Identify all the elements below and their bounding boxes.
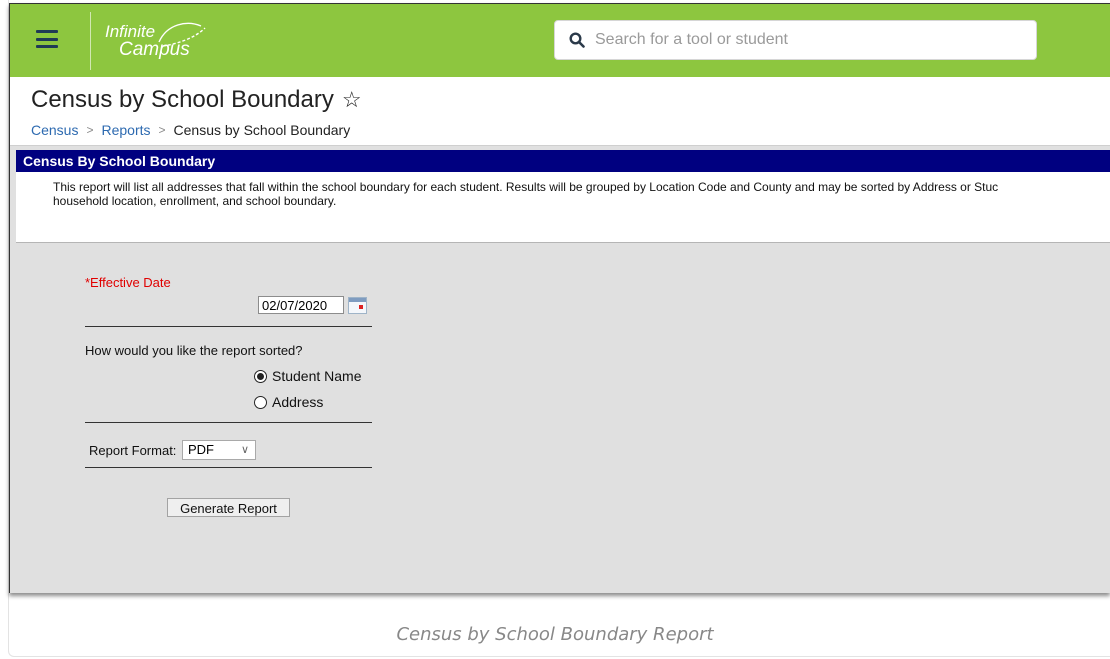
calendar-icon[interactable] [348,297,367,314]
logo-swoosh-icon [158,22,206,47]
page-title-area: Census by School Boundary ☆ Census > Rep… [10,77,1110,146]
divider [85,326,372,327]
effective-date-label: *Effective Date [85,275,171,290]
radio-student-name[interactable] [254,369,267,383]
chevron-right-icon: > [158,123,166,137]
divider [85,467,372,468]
figure-caption: Census by School Boundary Report [396,624,714,645]
breadcrumb-current: Census by School Boundary [173,122,351,138]
app-window: Infinite Campus Census by School Boundar… [9,3,1110,593]
search-bar[interactable] [554,20,1037,60]
description-line-2: household location, enrollment, and scho… [53,194,337,208]
chevron-right-icon: > [86,123,94,137]
report-form: *Effective Date How would you like the r… [16,243,1110,593]
search-input[interactable] [593,30,1017,50]
sort-option-address[interactable]: Address [254,394,323,410]
page-title: Census by School Boundary [31,86,334,113]
top-navigation-bar: Infinite Campus [10,4,1110,77]
divider [85,422,372,423]
breadcrumb-census[interactable]: Census [31,122,78,138]
sort-option-label: Address [272,394,324,410]
report-format-value: PDF [188,442,214,457]
report-description: This report will list all addresses that… [16,172,1110,243]
generate-report-button[interactable]: Generate Report [167,498,290,517]
sort-option-student-name[interactable]: Student Name [254,368,362,384]
infinite-campus-logo[interactable]: Infinite Campus [90,12,206,70]
sort-option-label: Student Name [272,368,362,384]
description-line-1: This report will list all addresses that… [53,180,999,194]
search-icon [569,32,585,48]
breadcrumb-reports[interactable]: Reports [101,122,150,138]
report-format-select[interactable]: PDF ∨ [182,440,256,460]
effective-date-input[interactable] [258,296,344,314]
breadcrumb: Census > Reports > Census by School Boun… [31,122,350,138]
sort-question: How would you like the report sorted? [85,343,303,358]
radio-address[interactable] [254,395,267,409]
report-section-header: Census By School Boundary [16,150,1110,172]
hamburger-menu-icon[interactable] [36,30,58,48]
star-favorite-icon[interactable]: ☆ [342,87,362,113]
page-title-row: Census by School Boundary ☆ [31,86,362,114]
report-format-label: Report Format: [89,443,177,458]
chevron-down-icon: ∨ [240,444,249,456]
